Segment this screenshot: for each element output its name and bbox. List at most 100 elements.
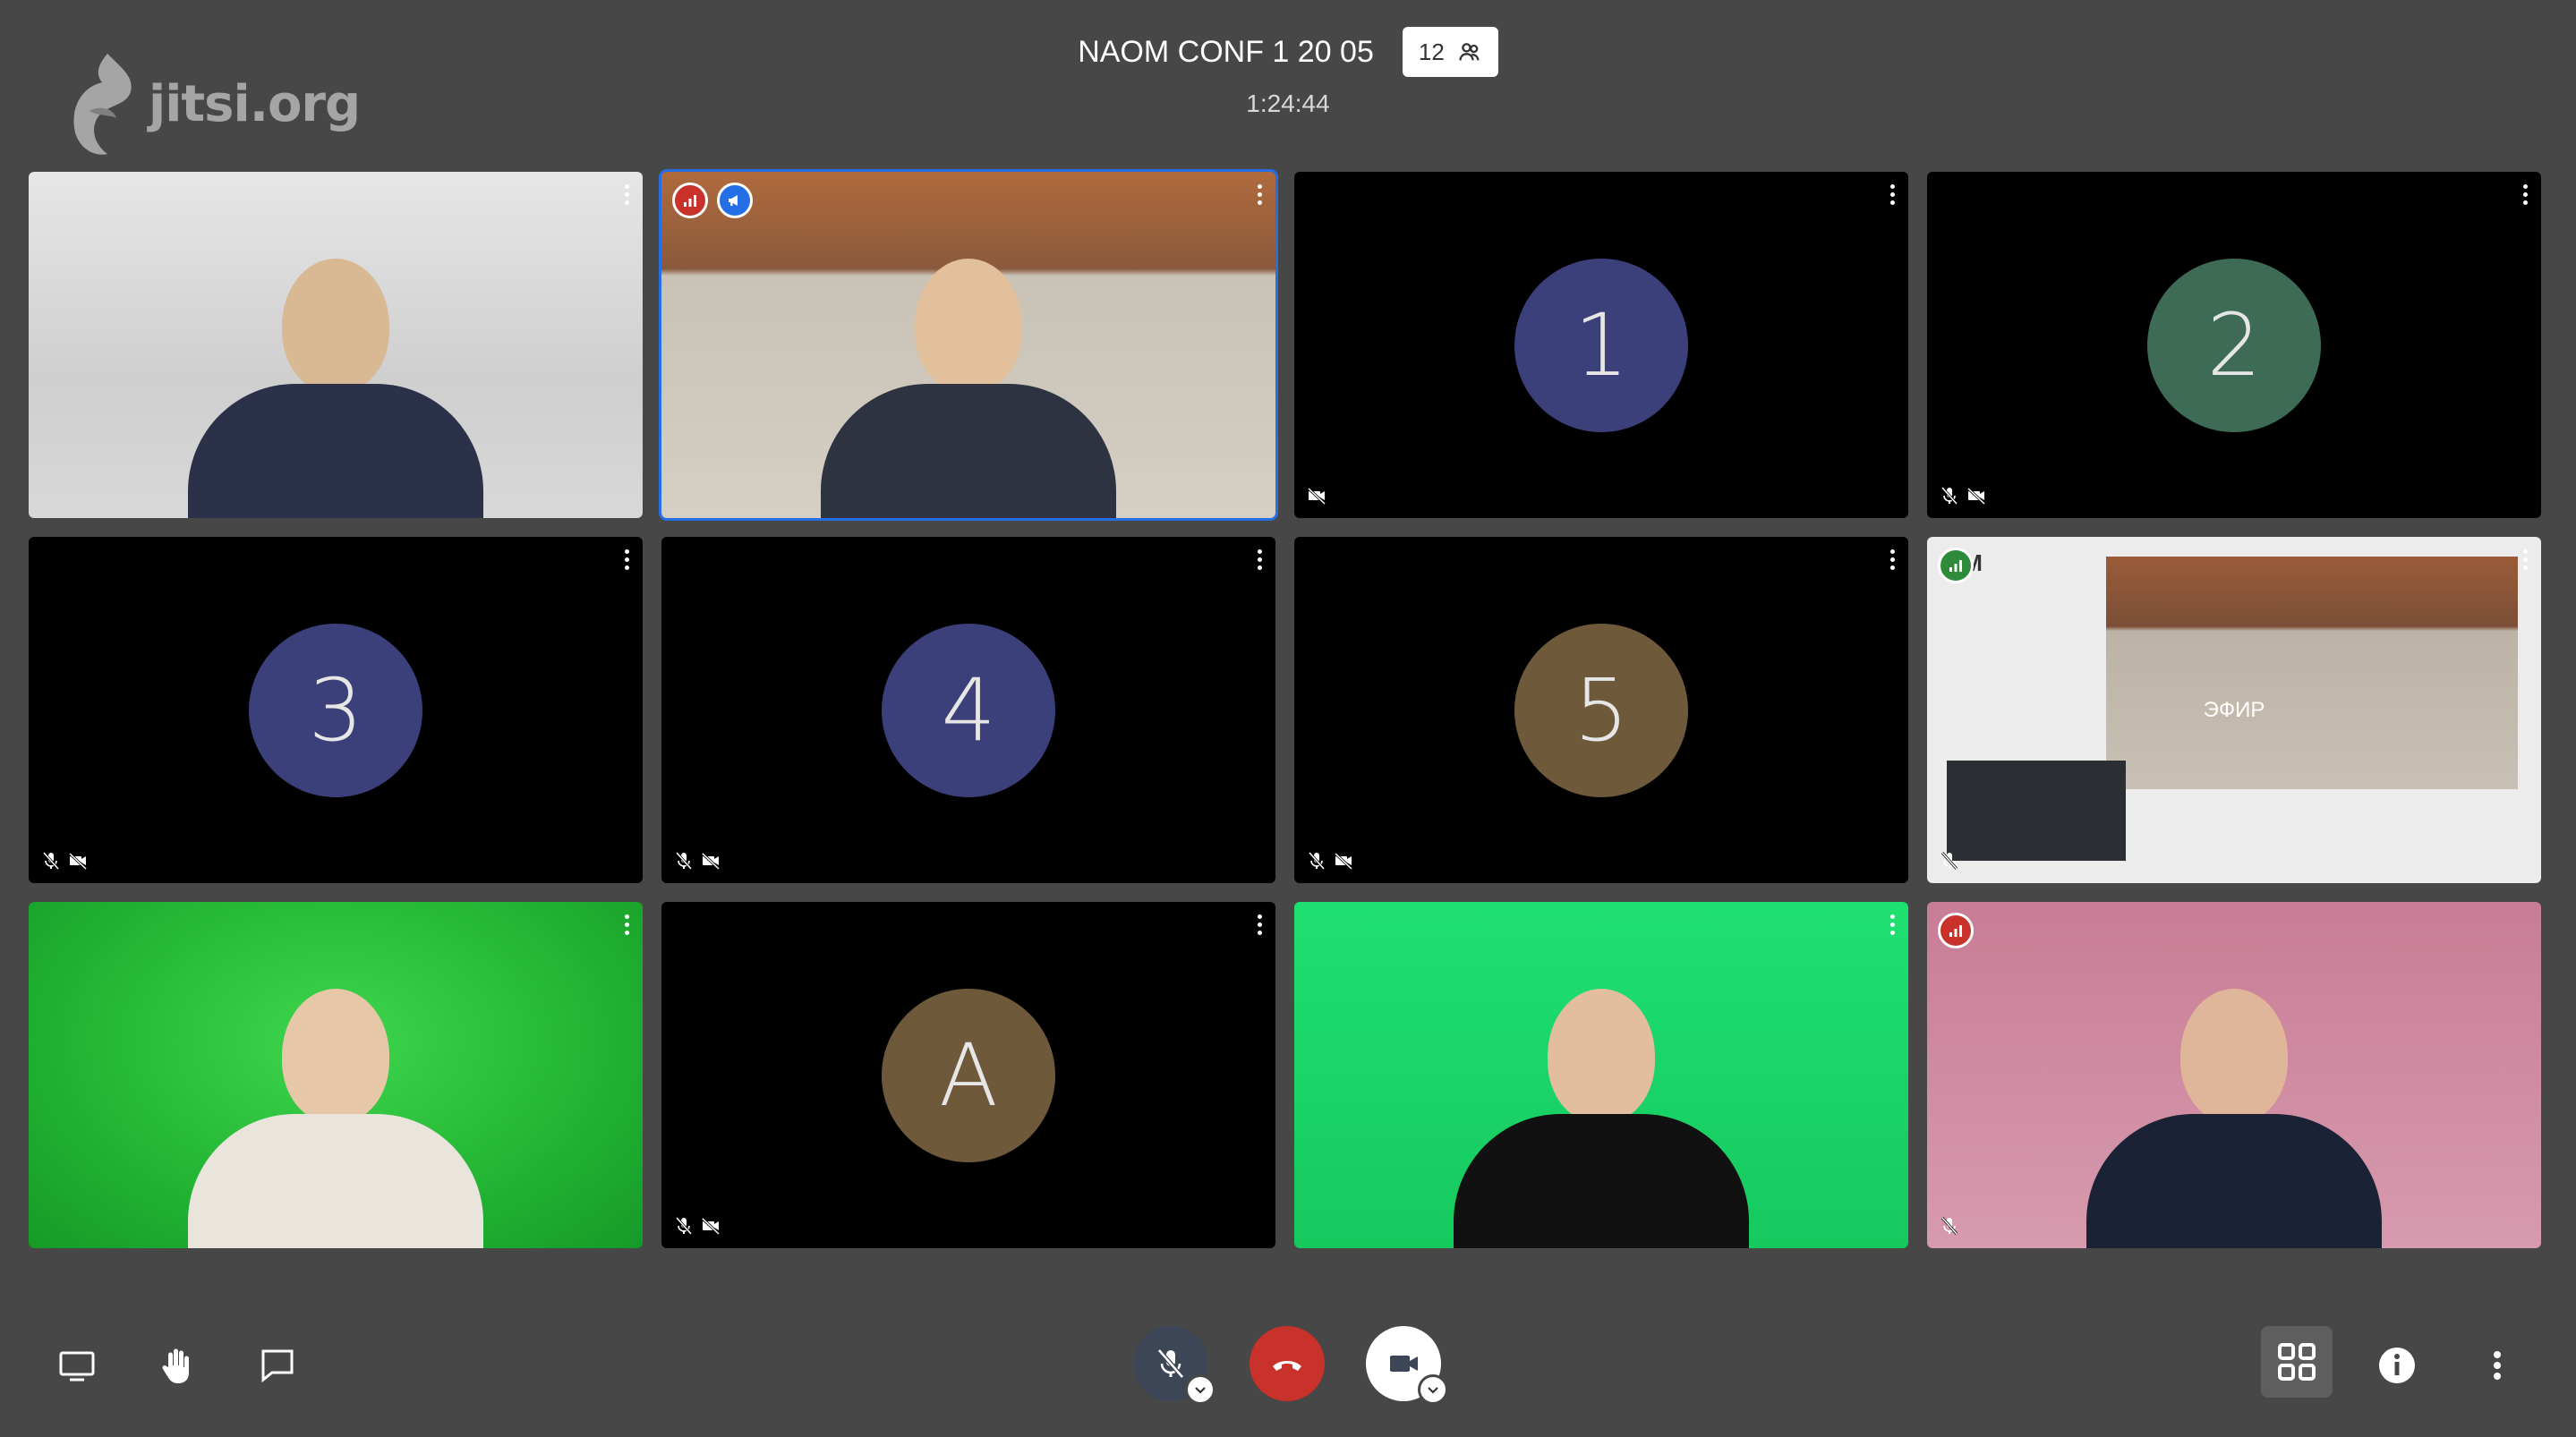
participant-video <box>2086 989 2382 1248</box>
participant-tile[interactable] <box>1294 902 1908 1248</box>
avatar-initial: 5 <box>1574 659 1629 761</box>
screen-share-button[interactable] <box>50 1339 104 1392</box>
more-options-button[interactable] <box>2470 1339 2524 1392</box>
status-icons <box>674 1216 721 1236</box>
status-icons <box>1940 486 1986 506</box>
chat-icon <box>261 1349 294 1383</box>
tile-menu-icon[interactable] <box>1256 184 1263 205</box>
participant-tile[interactable] <box>29 902 643 1248</box>
tile-menu-icon[interactable] <box>1256 549 1263 570</box>
tile-menu-icon[interactable] <box>623 914 630 935</box>
participant-tile[interactable]: 5 <box>1294 537 1908 883</box>
mic-muted-icon <box>1941 1217 1958 1235</box>
chevron-down-icon <box>1195 1387 1206 1394</box>
broadcast-inset-video <box>1947 761 2126 861</box>
conference-timer: 1:24:44 <box>1246 89 1330 117</box>
status-icons <box>674 851 721 871</box>
conference-title: NAOM CONF 1 20 05 <box>1078 34 1374 69</box>
connection-indicator[interactable] <box>1938 913 1974 948</box>
avatar-initial: 4 <box>941 659 996 761</box>
chat-button[interactable] <box>251 1339 304 1392</box>
mic-muted-icon <box>1308 852 1326 870</box>
signal-bars-icon <box>1949 925 1962 937</box>
signal-bars-icon <box>1949 560 1962 572</box>
camera-toggle-button[interactable] <box>1366 1326 1448 1405</box>
participant-avatar: 1 <box>1514 258 1688 432</box>
participant-tile[interactable]: 3 <box>29 537 643 883</box>
participant-avatar: 2 <box>2147 258 2321 432</box>
participant-tile[interactable]: 4 <box>661 537 1275 883</box>
tile-menu-icon[interactable] <box>1889 549 1896 570</box>
megaphone-icon <box>729 195 738 206</box>
more-options-icon <box>2494 1351 2501 1380</box>
participant-video <box>1454 989 1749 1248</box>
status-icons <box>1307 486 1326 506</box>
info-button[interactable] <box>2370 1339 2424 1392</box>
conference-header: NAOM CONF 1 20 05 12 1:24:44 <box>0 27 2576 118</box>
tile-menu-icon[interactable] <box>1889 184 1896 205</box>
participant-avatar: 5 <box>1514 623 1688 797</box>
connection-indicator[interactable] <box>1938 548 1974 583</box>
participant-tile[interactable] <box>1927 902 2541 1248</box>
camera-off-icon <box>1307 487 1326 506</box>
participant-tile-active[interactable] <box>659 169 1278 521</box>
participant-avatar: A <box>882 988 1055 1162</box>
hangup-icon <box>1273 1361 1301 1371</box>
participant-tile[interactable]: 1 <box>1294 172 1908 518</box>
camera-off-icon <box>68 852 88 871</box>
participant-video <box>188 259 483 518</box>
connection-indicator[interactable] <box>672 183 708 218</box>
mic-muted-icon <box>675 852 693 870</box>
participant-tile[interactable] <box>29 172 643 518</box>
avatar-initial: 2 <box>2206 294 2262 395</box>
tile-menu-icon[interactable] <box>1256 914 1263 935</box>
status-icons <box>1940 1216 1959 1236</box>
mic-muted-icon <box>1941 487 1958 505</box>
participants-icon <box>1459 43 1480 61</box>
video-settings-caret[interactable] <box>1418 1374 1448 1405</box>
hangup-button[interactable] <box>1250 1326 1325 1401</box>
conference-toolbar <box>0 1258 2576 1437</box>
camera-icon <box>1390 1356 1418 1372</box>
mic-muted-icon <box>675 1217 693 1235</box>
screen-share-icon <box>59 1351 95 1382</box>
tile-menu-icon[interactable] <box>2521 549 2529 570</box>
avatar-initial: 3 <box>308 659 363 761</box>
camera-off-icon <box>1966 487 1986 506</box>
signal-bars-icon <box>684 195 696 207</box>
audio-settings-caret[interactable] <box>1185 1374 1215 1405</box>
video-grid: 1 2 3 4 5 ЭФИР A <box>29 169 2541 1248</box>
status-icons <box>41 851 88 871</box>
broadcast-overlay-label: ЭФИР <box>2203 697 2265 722</box>
camera-off-icon <box>701 1217 721 1236</box>
tile-menu-icon[interactable] <box>623 549 630 570</box>
participant-count-badge[interactable]: 12 <box>1402 27 1498 77</box>
raise-hand-button[interactable] <box>150 1339 204 1392</box>
chevron-down-icon <box>1428 1387 1438 1394</box>
mic-muted-icon <box>1941 852 1958 870</box>
tile-menu-icon[interactable] <box>623 184 630 205</box>
participant-tile-broadcast[interactable]: OM ЭФИР <box>1927 537 2541 883</box>
info-icon <box>2379 1348 2415 1383</box>
participant-tile[interactable]: A <box>661 902 1275 1248</box>
moderator-indicator <box>717 183 753 218</box>
participant-count: 12 <box>1418 38 1445 65</box>
tile-view-button[interactable] <box>2261 1326 2333 1398</box>
camera-off-icon <box>1334 852 1353 871</box>
status-icons <box>1307 851 1353 871</box>
participant-video <box>188 989 483 1248</box>
tile-menu-icon[interactable] <box>2521 184 2529 205</box>
mic-muted-icon <box>42 852 60 870</box>
tile-view-icon <box>2278 1343 2316 1381</box>
broadcast-main-video <box>2106 557 2518 789</box>
tile-menu-icon[interactable] <box>1889 914 1896 935</box>
participant-tile[interactable]: 2 <box>1927 172 2541 518</box>
avatar-initial: 1 <box>1574 294 1629 395</box>
camera-off-icon <box>701 852 721 871</box>
status-icons <box>1940 851 1959 871</box>
participant-video <box>821 259 1116 518</box>
participant-avatar: 4 <box>882 623 1055 797</box>
microphone-toggle-button[interactable] <box>1133 1326 1215 1405</box>
participant-avatar: 3 <box>249 623 422 797</box>
avatar-initial: A <box>939 1025 998 1126</box>
